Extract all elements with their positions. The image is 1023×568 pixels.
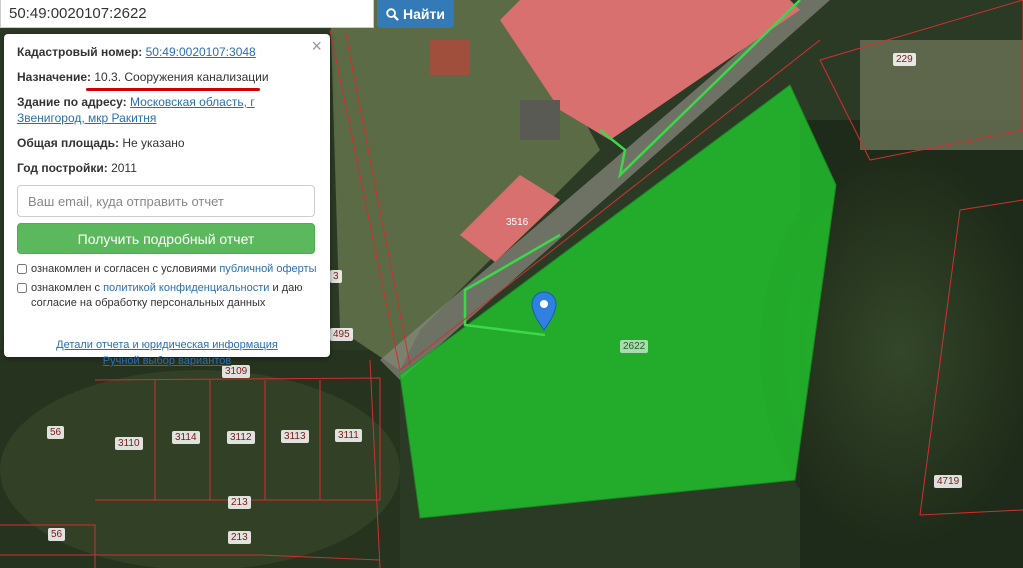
privacy-checkbox-row: ознакомлен с политикой конфиденциальност…: [17, 281, 317, 311]
privacy-checkbox[interactable]: [17, 283, 27, 293]
report-details-link[interactable]: Детали отчета и юридическая информация: [56, 339, 278, 351]
manual-selection-link[interactable]: Ручной выбор вариантов: [103, 355, 231, 367]
building-label: Здание по адресу:: [17, 95, 127, 109]
purpose-label: Назначение:: [17, 70, 92, 84]
parcel-label[interactable]: 3: [330, 270, 342, 283]
offer-label: ознакомлен и согласен с условиями: [31, 263, 220, 275]
offer-link[interactable]: публичной оферты: [219, 263, 316, 275]
area-value: Не указано: [122, 136, 185, 150]
privacy-label-start: ознакомлен с: [31, 282, 104, 294]
parcel-label[interactable]: 4719: [934, 475, 963, 488]
search-input[interactable]: [0, 0, 374, 28]
year-label: Год постройки:: [17, 161, 108, 175]
offer-text: ознакомлен и согласен с условиями публич…: [31, 262, 317, 277]
offer-checkbox[interactable]: [17, 264, 27, 274]
purpose-value: 10.3. Сооружения канализации: [94, 70, 269, 84]
parcel-label[interactable]: 495: [330, 328, 353, 341]
parcel-label[interactable]: 3114: [172, 431, 200, 444]
parcel-label[interactable]: 56: [47, 426, 65, 439]
building-row: Здание по адресу: Московская область, г …: [17, 94, 317, 126]
parcel-label[interactable]: 3516: [503, 216, 531, 229]
parcel-label[interactable]: 213: [228, 531, 251, 544]
area-label: Общая площадь:: [17, 136, 120, 150]
parcel-label[interactable]: 3110: [115, 437, 143, 450]
cadastral-link[interactable]: 50:49:0020107:3048: [146, 45, 256, 59]
area-row: Общая площадь: Не указано: [17, 135, 317, 151]
parcel-label[interactable]: 229: [893, 53, 916, 66]
offer-checkbox-row: ознакомлен и согласен с условиями публич…: [17, 262, 317, 277]
get-report-button[interactable]: Получить подробный отчет: [17, 223, 315, 254]
privacy-text: ознакомлен с политикой конфиденциальност…: [31, 281, 317, 311]
parcel-label[interactable]: 3112: [227, 431, 255, 444]
parcel-label[interactable]: 3113: [281, 430, 309, 443]
search-button[interactable]: Найти: [377, 0, 454, 28]
email-field[interactable]: [17, 185, 315, 217]
year-row: Год постройки: 2011: [17, 160, 317, 176]
parcel-label[interactable]: 213: [228, 496, 251, 509]
close-icon[interactable]: ×: [311, 36, 322, 57]
parcel-label[interactable]: 56: [48, 528, 66, 541]
search-icon: [386, 7, 399, 21]
year-value: 2011: [111, 161, 137, 175]
red-underline: [86, 88, 260, 91]
privacy-link[interactable]: политикой конфиденциальности: [103, 282, 269, 294]
cadastral-row: Кадастровый номер: 50:49:0020107:3048: [17, 44, 317, 60]
cadastral-label: Кадастровый номер:: [17, 45, 143, 59]
purpose-row: Назначение: 10.3. Сооружения канализации: [17, 69, 317, 85]
info-popup: × Кадастровый номер: 50:49:0020107:3048 …: [4, 34, 330, 367]
search-button-label: Найти: [403, 6, 445, 22]
parcel-label[interactable]: 3111: [335, 429, 362, 442]
parcel-label[interactable]: 2622: [620, 340, 649, 353]
